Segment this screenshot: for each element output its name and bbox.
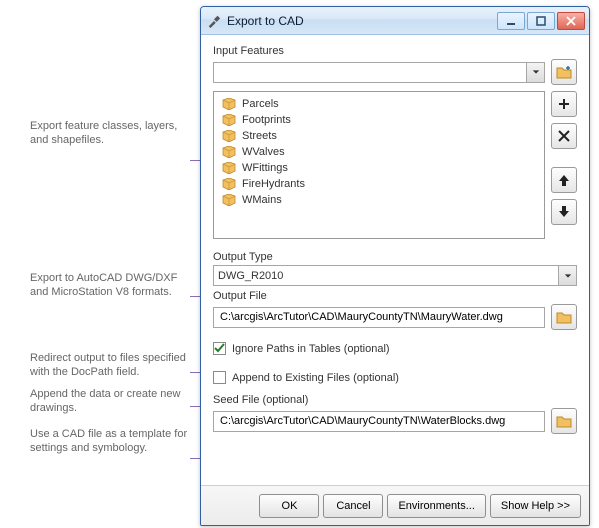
- feature-class-icon: [222, 162, 236, 174]
- hammer-icon: [207, 14, 221, 28]
- browse-input-button[interactable]: [551, 59, 577, 85]
- feature-class-icon: [222, 98, 236, 110]
- output-file-label: Output File: [213, 290, 577, 302]
- browse-output-button[interactable]: [551, 304, 577, 330]
- add-button[interactable]: [551, 91, 577, 117]
- chevron-down-icon: [526, 63, 544, 82]
- environments-button[interactable]: Environments...: [387, 494, 485, 518]
- feature-class-icon: [222, 114, 236, 126]
- feature-listbox[interactable]: Parcels Footprints Streets WValves WFittings…: [213, 91, 545, 239]
- list-item-label: WValves: [242, 146, 285, 158]
- list-item-label: WFittings: [242, 162, 288, 174]
- append-existing-checkbox[interactable]: [213, 371, 226, 384]
- feature-class-icon: [222, 194, 236, 206]
- ignore-paths-checkbox[interactable]: [213, 342, 226, 355]
- seed-file-input[interactable]: [218, 412, 540, 431]
- export-to-cad-window: Export to CAD Input Features Parcels Foot…: [200, 6, 590, 526]
- feature-class-icon: [222, 178, 236, 190]
- show-help-button[interactable]: Show Help >>: [490, 494, 581, 518]
- output-type-label: Output Type: [213, 251, 577, 263]
- window-title: Export to CAD: [227, 14, 491, 28]
- feature-class-icon: [222, 146, 236, 158]
- titlebar: Export to CAD: [201, 7, 589, 35]
- ok-button[interactable]: OK: [259, 494, 319, 518]
- feature-class-icon: [222, 130, 236, 142]
- callout-text: Export to AutoCAD DWG/DXF and MicroStati…: [30, 272, 177, 298]
- output-file-input[interactable]: [218, 308, 540, 327]
- browse-seed-button[interactable]: [551, 408, 577, 434]
- close-button[interactable]: [557, 12, 585, 30]
- input-features-label: Input Features: [213, 45, 577, 57]
- list-item-label: WMains: [242, 194, 282, 206]
- list-item-label: FireHydrants: [242, 178, 305, 190]
- callout-text: Export feature classes, layers, and shap…: [30, 120, 177, 146]
- callout-text: Append the data or create new drawings.: [30, 388, 180, 414]
- list-item[interactable]: WValves: [216, 144, 542, 160]
- list-item[interactable]: Footprints: [216, 112, 542, 128]
- remove-button[interactable]: [551, 123, 577, 149]
- list-item[interactable]: WMains: [216, 192, 542, 208]
- append-existing-label: Append to Existing Files (optional): [232, 372, 399, 384]
- move-up-button[interactable]: [551, 167, 577, 193]
- callout-text: Redirect output to files specified with …: [30, 352, 186, 378]
- move-down-button[interactable]: [551, 199, 577, 225]
- output-type-value: DWG_R2010: [218, 270, 283, 282]
- ignore-paths-label: Ignore Paths in Tables (optional): [232, 343, 390, 355]
- list-item[interactable]: FireHydrants: [216, 176, 542, 192]
- button-bar: OK Cancel Environments... Show Help >>: [201, 485, 589, 525]
- list-item-label: Parcels: [242, 98, 279, 110]
- input-features-dropdown[interactable]: [213, 62, 545, 83]
- seed-file-label: Seed File (optional): [213, 394, 577, 406]
- callout-text: Use a CAD file as a template for setting…: [30, 428, 187, 454]
- list-item[interactable]: Parcels: [216, 96, 542, 112]
- maximize-button[interactable]: [527, 12, 555, 30]
- seed-file-field[interactable]: [213, 411, 545, 432]
- chevron-down-icon: [558, 266, 576, 285]
- minimize-button[interactable]: [497, 12, 525, 30]
- output-file-field[interactable]: [213, 307, 545, 328]
- list-item[interactable]: Streets: [216, 128, 542, 144]
- annotations: Export feature classes, layers, and shap…: [0, 0, 200, 528]
- list-item-label: Footprints: [242, 114, 291, 126]
- list-item[interactable]: WFittings: [216, 160, 542, 176]
- list-item-label: Streets: [242, 130, 277, 142]
- output-type-dropdown[interactable]: DWG_R2010: [213, 265, 577, 286]
- cancel-button[interactable]: Cancel: [323, 494, 383, 518]
